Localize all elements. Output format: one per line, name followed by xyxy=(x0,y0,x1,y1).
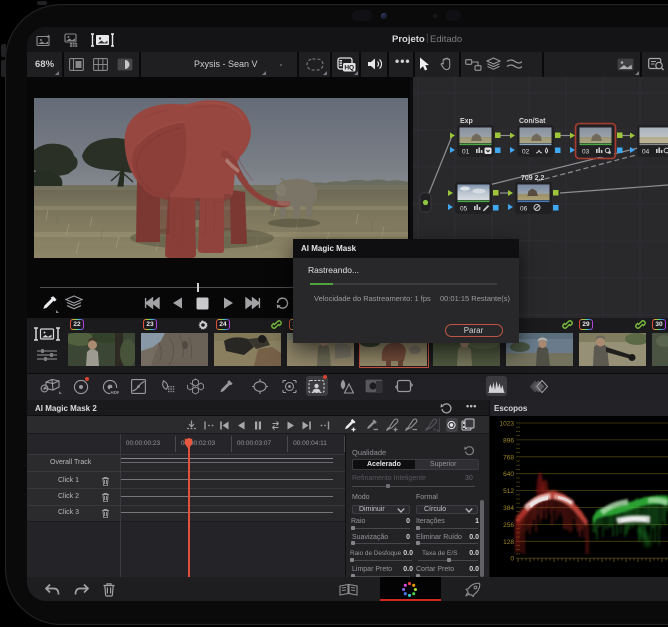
svg-text:02: 02 xyxy=(522,149,530,156)
svg-text:Exp: Exp xyxy=(460,118,473,125)
svg-text:Con/Sat: Con/Sat xyxy=(519,118,546,125)
svg-text:1023: 1023 xyxy=(500,421,515,428)
svg-text:03: 03 xyxy=(582,149,590,156)
svg-text:s: s xyxy=(433,427,436,432)
svg-text:256: 256 xyxy=(503,522,514,529)
svg-text:896: 896 xyxy=(503,437,514,444)
svg-text:06: 06 xyxy=(520,206,528,213)
svg-text:512: 512 xyxy=(503,488,514,495)
svg-text:HQ: HQ xyxy=(344,65,354,72)
svg-text:384: 384 xyxy=(503,505,514,512)
svg-text:0: 0 xyxy=(510,556,514,563)
svg-text:05: 05 xyxy=(460,206,468,213)
svg-text:01: 01 xyxy=(462,149,470,156)
svg-text:768: 768 xyxy=(503,454,514,461)
svg-text:HDR: HDR xyxy=(111,390,120,395)
svg-text:709 2.2: 709 2.2 xyxy=(521,175,544,182)
svg-text:640: 640 xyxy=(503,471,514,478)
svg-text:04: 04 xyxy=(642,149,650,156)
svg-text:128: 128 xyxy=(503,539,514,546)
